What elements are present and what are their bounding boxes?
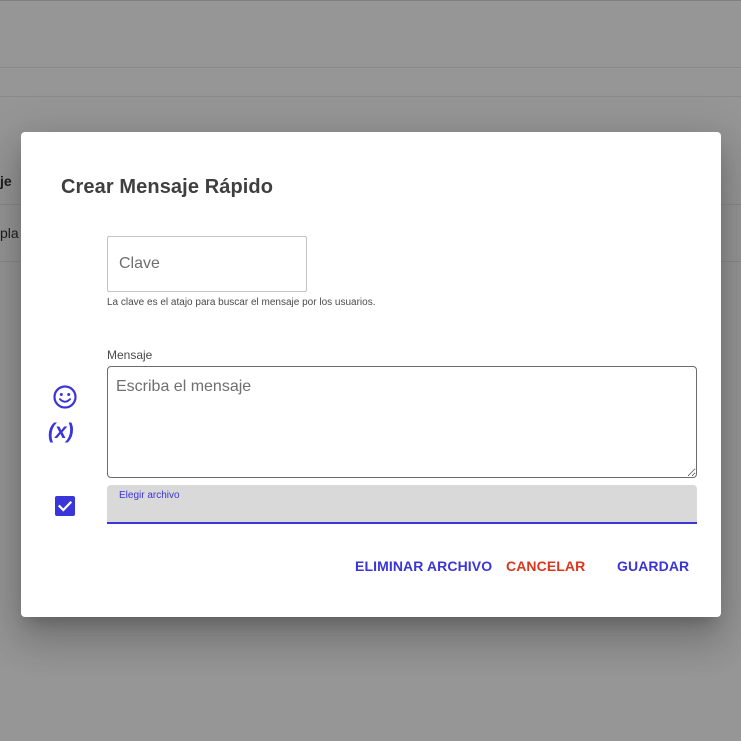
key-field <box>107 236 307 292</box>
key-input[interactable] <box>108 237 306 291</box>
background-divider <box>0 96 741 97</box>
dialog-title: Crear Mensaje Rápido <box>61 176 274 198</box>
attach-checkbox[interactable] <box>55 496 75 516</box>
delete-file-button[interactable]: ELIMINAR ARCHIVO <box>355 558 492 574</box>
file-picker-field[interactable]: Elegir archivo <box>107 485 697 524</box>
quick-message-dialog: Crear Mensaje Rápido La clave es el ataj… <box>21 132 721 617</box>
key-helper-text: La clave es el atajo para buscar el mens… <box>107 297 376 308</box>
variable-icon[interactable]: (x) <box>48 420 74 444</box>
file-picker-label: Elegir archivo <box>119 490 180 501</box>
check-icon <box>57 500 73 512</box>
message-label: Mensaje <box>107 348 153 362</box>
background-row-text: pla <box>0 225 19 241</box>
smiley-icon[interactable] <box>52 384 78 410</box>
message-textarea[interactable] <box>108 367 696 477</box>
message-field <box>107 366 697 478</box>
background-header <box>0 0 741 68</box>
background-row-text: je <box>0 173 12 189</box>
cancel-button[interactable]: CANCELAR <box>506 558 585 574</box>
save-button[interactable]: GUARDAR <box>617 558 689 574</box>
